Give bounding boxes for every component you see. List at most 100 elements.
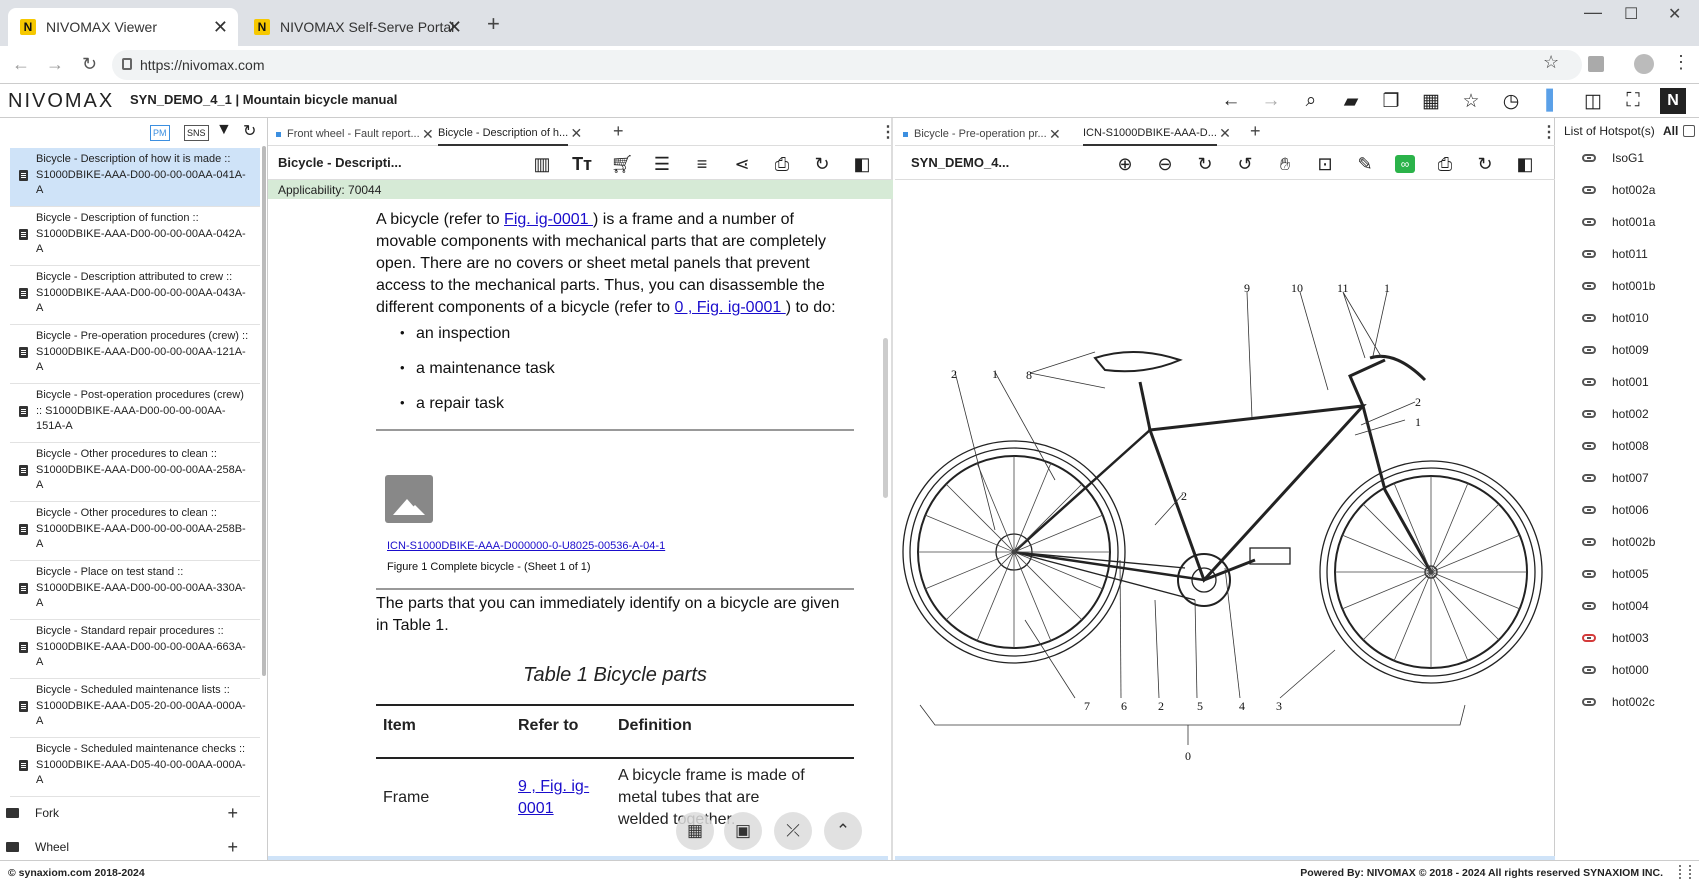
zoom-in-icon[interactable]: ⊕	[1113, 152, 1137, 176]
hotspot-item[interactable]: hot006	[1582, 500, 1649, 520]
print-icon[interactable]: ⎙	[770, 152, 794, 176]
content-scrollbar[interactable]	[883, 338, 888, 498]
hotspot-item[interactable]: hot001b	[1582, 276, 1655, 296]
viewer-tab-icn[interactable]: ICN-S1000DBIKE-AAA-D... ✕	[1083, 122, 1231, 146]
hotspot-item[interactable]: hot010	[1582, 308, 1649, 328]
hotspot-link-icon[interactable]: ∞	[1395, 155, 1415, 173]
hotspot-item[interactable]: hot002b	[1582, 532, 1655, 552]
profile-avatar[interactable]	[1634, 54, 1654, 74]
add-tab-icon[interactable]: +	[613, 121, 624, 142]
history-icon[interactable]: ◷	[1498, 88, 1524, 114]
list-item[interactable]: Bicycle - Post-operation procedures (cre…	[10, 384, 260, 443]
viewer-tab-preoperation[interactable]: Bicycle - Pre-operation pr... ✕	[903, 122, 1061, 146]
image-placeholder-icon[interactable]	[385, 475, 433, 523]
hotspot-item[interactable]: IsoG1	[1582, 148, 1644, 168]
library-icon[interactable]: ❐	[1378, 88, 1404, 114]
figure-item-link[interactable]: 0 , Fig. ig-0001	[675, 299, 786, 316]
font-size-icon[interactable]: Tт	[570, 152, 594, 176]
hotspot-item[interactable]: hot011	[1582, 244, 1648, 264]
refresh-icon[interactable]: ↻	[1473, 152, 1497, 176]
close-tab-icon[interactable]: ✕	[1049, 126, 1061, 143]
hotspot-item[interactable]: hot001a	[1582, 212, 1655, 232]
list-item[interactable]: Bicycle - Description of how it is made …	[10, 148, 260, 207]
collapse-panel-icon[interactable]: ◧	[850, 152, 874, 176]
extension-icon[interactable]	[1588, 56, 1604, 72]
resize-grip-icon[interactable]	[1679, 865, 1691, 879]
fit-to-screen-icon[interactable]: ⊡	[1313, 152, 1337, 176]
doc-tab-front-wheel[interactable]: Front wheel - Fault report... ✕	[276, 122, 434, 146]
calendar-icon[interactable]: ▦	[1418, 88, 1444, 114]
hotspot-item[interactable]: hot004	[1582, 596, 1649, 616]
unsync-icon[interactable]: ⤫	[774, 812, 812, 850]
rotate-right-icon[interactable]: ↻	[1193, 152, 1217, 176]
list-icon[interactable]: ≡	[690, 152, 714, 176]
refresh-icon[interactable]: ↻	[243, 121, 256, 141]
zoom-out-icon[interactable]: ⊖	[1153, 152, 1177, 176]
new-tab-icon[interactable]: +	[487, 11, 500, 37]
collapse-panel-icon[interactable]: ◧	[1513, 152, 1537, 176]
list-item[interactable]: Bicycle - Standard repair procedures :: …	[10, 620, 260, 679]
hotspot-item[interactable]: hot009	[1582, 340, 1649, 360]
table-refer-link[interactable]: 9 , Fig. ig-0001	[518, 778, 589, 817]
close-tab-icon[interactable]: ✕	[213, 17, 228, 38]
pm-filter-button[interactable]: PM	[150, 125, 170, 141]
close-tab-icon[interactable]: ✕	[447, 17, 462, 38]
split-view-icon[interactable]: ◫	[1580, 88, 1606, 114]
scroll-top-chevron-icon[interactable]: ⌃	[824, 812, 862, 850]
bookmark-star-icon[interactable]: ☆	[1543, 52, 1559, 73]
minimize-icon[interactable]: —	[1584, 2, 1602, 23]
open-book-icon[interactable]: ▰	[1338, 88, 1364, 114]
hotspot-item[interactable]: hot002a	[1582, 180, 1655, 200]
hotspot-item[interactable]: hot001	[1582, 372, 1649, 392]
forward-arrow-icon[interactable]: →	[1258, 88, 1284, 114]
maximize-icon[interactable]: ☐	[1624, 4, 1638, 24]
browser-forward-icon[interactable]: →	[46, 54, 64, 75]
back-arrow-icon[interactable]: ←	[1218, 88, 1244, 114]
list-item[interactable]: Bicycle - Description of function :: S10…	[10, 207, 260, 266]
image-toggle-icon[interactable]: ▣	[724, 812, 762, 850]
sidebar-scrollbar[interactable]	[262, 146, 266, 676]
folder-row-wheel[interactable]: Wheel +	[0, 830, 258, 860]
close-tab-icon[interactable]: ✕	[570, 125, 582, 142]
hotspot-item[interactable]: hot002	[1582, 404, 1649, 424]
reload-icon[interactable]: ↻	[82, 54, 97, 75]
browser-menu-icon[interactable]: ⋮	[1672, 52, 1690, 73]
cart-icon[interactable]: 🛒︎	[610, 152, 634, 176]
search-icon[interactable]: ⌕	[1298, 88, 1324, 114]
hide-grid-icon[interactable]: ▦	[676, 812, 714, 850]
figure-link[interactable]: Fig. ig-0001	[504, 211, 593, 228]
sns-filter-button[interactable]: SNS	[184, 125, 209, 141]
close-tab-icon[interactable]: ✕	[422, 126, 434, 143]
expand-plus-icon[interactable]: +	[227, 803, 238, 824]
more-menu-icon[interactable]: ⋮	[1541, 122, 1557, 142]
rotate-left-icon[interactable]: ↺	[1233, 152, 1257, 176]
hotspot-item[interactable]: hot007	[1582, 468, 1649, 488]
expand-plus-icon[interactable]: +	[227, 837, 238, 858]
refresh-icon[interactable]: ↻	[810, 152, 834, 176]
list-item[interactable]: Bicycle - Scheduled maintenance lists ::…	[10, 679, 260, 738]
hotspot-item[interactable]: hot008	[1582, 436, 1649, 456]
favorites-star-icon[interactable]: ☆	[1458, 88, 1484, 114]
list-item[interactable]: Bicycle - Other procedures to clean :: S…	[10, 443, 260, 502]
select-all-checkbox[interactable]	[1683, 125, 1695, 137]
list-item[interactable]: Bicycle - Scheduled maintenance checks :…	[10, 738, 260, 797]
nivomax-brand-icon[interactable]: N	[1660, 88, 1686, 114]
doc-tab-description[interactable]: Bicycle - Description of h... ✕	[438, 122, 582, 146]
hotspot-item[interactable]: hot002c	[1582, 692, 1655, 712]
close-tab-icon[interactable]: ✕	[1219, 125, 1231, 142]
add-tab-icon[interactable]: +	[1250, 121, 1261, 142]
list-item[interactable]: Bicycle - Description attributed to crew…	[10, 266, 260, 325]
icn-link[interactable]: ICN-S1000DBIKE-AAA-D000000-0-U8025-00536…	[387, 540, 665, 552]
sidebar-toggle-icon[interactable]: ▌	[1540, 88, 1566, 114]
checklist-icon[interactable]: ☰	[650, 152, 674, 176]
list-item[interactable]: Bicycle - Place on test stand :: S1000DB…	[10, 561, 260, 620]
more-menu-icon[interactable]: ⋮	[880, 122, 896, 142]
annotate-pencil-icon[interactable]: ✎	[1353, 152, 1377, 176]
print-icon[interactable]: ⎙	[1433, 152, 1457, 176]
pan-hand-icon[interactable]: ✋︎	[1273, 152, 1297, 176]
hotspot-item[interactable]: hot003	[1582, 628, 1649, 648]
statistics-icon[interactable]: ▥	[530, 152, 554, 176]
browser-back-icon[interactable]: ←	[12, 54, 30, 75]
hotspot-item[interactable]: hot000	[1582, 660, 1649, 680]
bicycle-illustration[interactable]: 9 10 11 1 2 1 8 2 1 2 7 6 2 5 4 3 0	[895, 180, 1555, 855]
